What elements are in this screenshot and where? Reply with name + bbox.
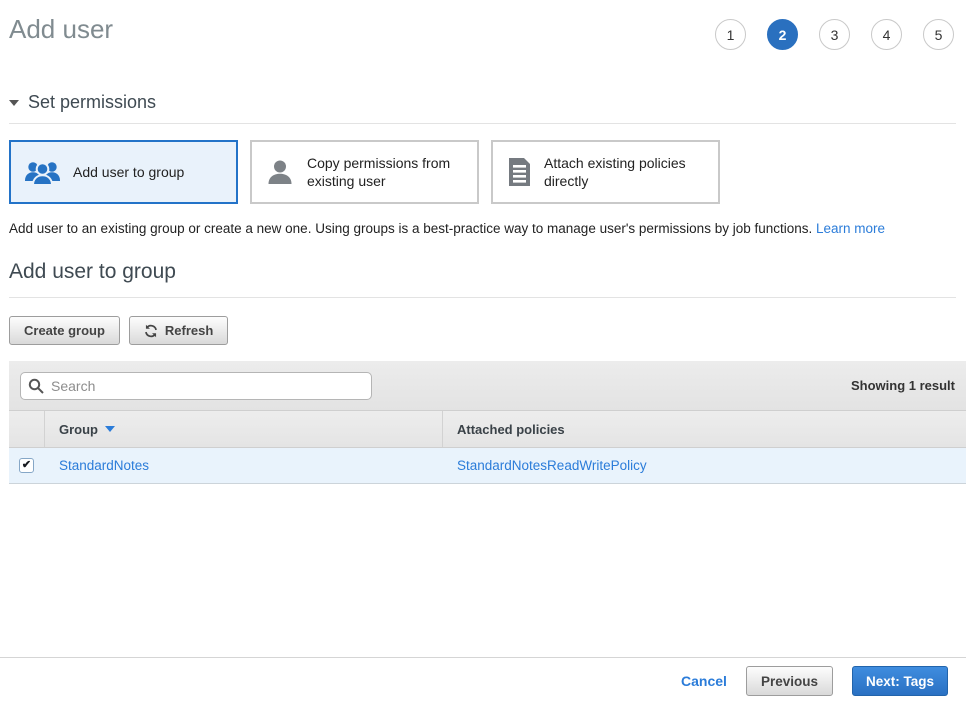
table-row[interactable]: StandardNotes StandardNotesReadWritePoli… (9, 448, 966, 484)
next-tags-button[interactable]: Next: Tags (852, 666, 948, 696)
search-box (20, 372, 372, 400)
header-checkbox-cell (9, 411, 45, 447)
option-attach-policies[interactable]: Attach existing policies directly (491, 140, 720, 204)
step-2-active: 2 (767, 19, 798, 50)
step-1: 1 (715, 19, 746, 50)
attached-policy-link[interactable]: StandardNotesReadWritePolicy (457, 458, 647, 473)
sort-descending-icon (105, 426, 115, 432)
row-checkbox-cell (9, 448, 45, 483)
previous-button[interactable]: Previous (746, 666, 833, 696)
row-group-cell: StandardNotes (45, 448, 443, 483)
search-icon (28, 378, 44, 399)
table-toolbar: Showing 1 result (9, 361, 966, 410)
attached-policies-column-label: Attached policies (457, 422, 565, 437)
refresh-label: Refresh (165, 323, 213, 338)
add-user-to-group-heading: Add user to group (9, 260, 956, 298)
next-tags-label: Next: Tags (866, 674, 934, 689)
set-permissions-heading: Set permissions (28, 92, 156, 113)
group-actions: Create group Refresh (9, 316, 956, 345)
step-4: 4 (871, 19, 902, 50)
step-3: 3 (819, 19, 850, 50)
group-column-header[interactable]: Group (45, 411, 443, 447)
results-count: Showing 1 result (851, 378, 955, 393)
group-name-link[interactable]: StandardNotes (59, 458, 149, 473)
policy-document-icon (506, 157, 532, 187)
permission-option-cards: Add user to group Copy permissions from … (9, 140, 956, 204)
wizard-step-indicator: 1 2 3 4 5 (715, 19, 954, 50)
group-column-label: Group (59, 422, 98, 437)
option-add-user-to-group[interactable]: Add user to group (9, 140, 238, 204)
refresh-icon (144, 324, 158, 338)
attached-policies-column-header: Attached policies (443, 411, 966, 447)
wizard-footer: Cancel Previous Next: Tags (0, 657, 966, 704)
cancel-link[interactable]: Cancel (681, 673, 727, 689)
option-label: Attach existing policies directly (544, 154, 708, 190)
add-user-wizard-page: Add user 1 2 3 4 5 Set permissions (0, 0, 966, 704)
table-header-row: Group Attached policies (9, 410, 966, 448)
step-5: 5 (923, 19, 954, 50)
refresh-button[interactable]: Refresh (129, 316, 228, 345)
groups-table: Showing 1 result Group Attached policies… (9, 361, 966, 484)
page-title: Add user (9, 14, 113, 44)
learn-more-link[interactable]: Learn more (816, 221, 885, 236)
option-label: Add user to group (73, 163, 184, 181)
search-input[interactable] (20, 372, 372, 400)
users-group-icon (24, 159, 61, 186)
user-icon (265, 157, 295, 187)
option-label: Copy permissions from existing user (307, 154, 467, 190)
collapse-chevron-icon (9, 100, 19, 106)
section-description: Add user to an existing group or create … (9, 221, 956, 236)
description-text: Add user to an existing group or create … (9, 221, 812, 236)
page-header: Add user 1 2 3 4 5 (0, 0, 966, 50)
row-policy-cell: StandardNotesReadWritePolicy (443, 448, 966, 483)
create-group-button[interactable]: Create group (9, 316, 120, 345)
previous-label: Previous (761, 674, 818, 689)
option-copy-permissions[interactable]: Copy permissions from existing user (250, 140, 479, 204)
create-group-label: Create group (24, 323, 105, 338)
set-permissions-section-header[interactable]: Set permissions (9, 92, 956, 124)
row-checkbox-checked[interactable] (19, 458, 34, 473)
